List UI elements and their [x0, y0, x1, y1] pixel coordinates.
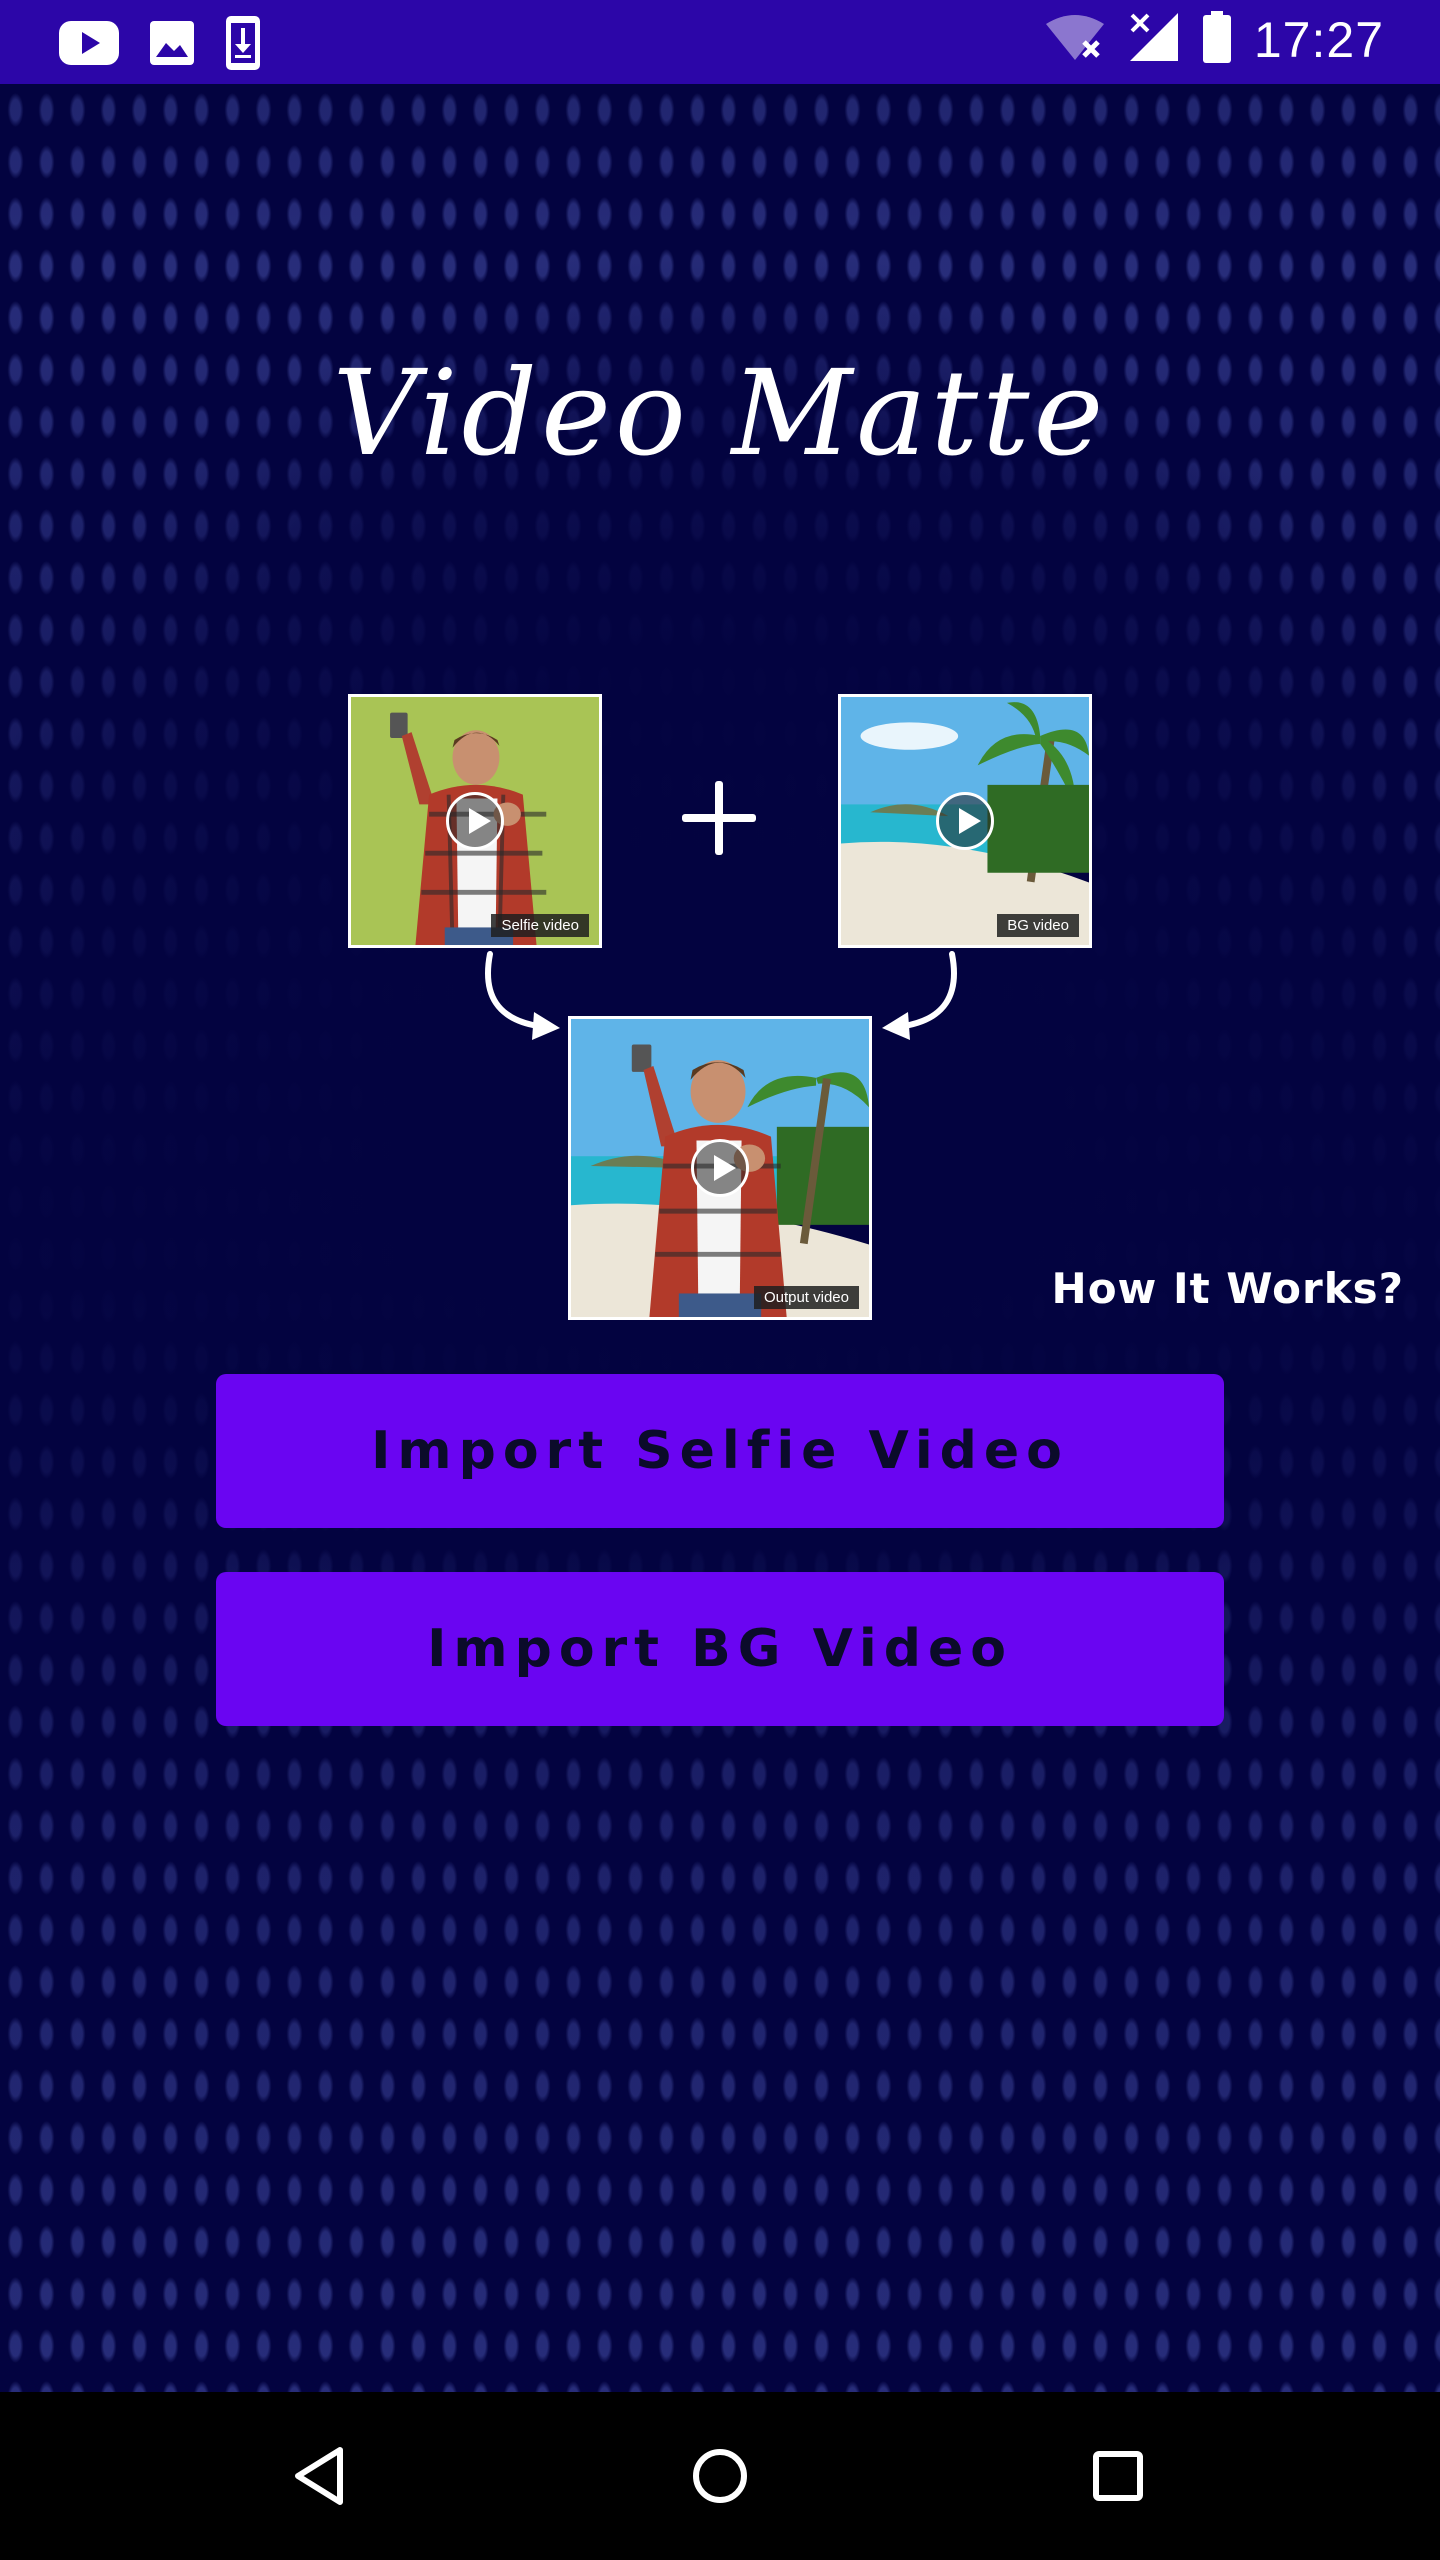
selfie-video-label: Selfie video — [491, 914, 589, 937]
output-video-label: Output video — [753, 1286, 859, 1309]
back-icon[interactable] — [278, 2434, 362, 2518]
gallery-icon — [148, 19, 196, 72]
import-selfie-video-button[interactable]: Import Selfie Video — [216, 1374, 1224, 1528]
curved-arrow-right-icon — [882, 951, 957, 1040]
bg-video-thumbnail: BG video — [838, 694, 1092, 948]
home-icon[interactable] — [678, 2434, 762, 2518]
app-title: Video Matte — [332, 344, 1108, 482]
youtube-icon — [58, 19, 120, 72]
battery-icon — [1202, 10, 1232, 69]
curved-arrow-left-icon — [485, 951, 560, 1040]
status-bar: 17:27 — [0, 0, 1440, 84]
how-it-works-link[interactable]: How It Works? — [1052, 1264, 1404, 1313]
plus-icon — [682, 781, 756, 855]
bg-video-label: BG video — [997, 914, 1079, 937]
clock: 17:27 — [1253, 11, 1384, 68]
wifi-off-icon — [1044, 12, 1106, 67]
signal-icon — [1128, 11, 1180, 68]
play-icon — [936, 792, 994, 850]
selfie-video-thumbnail: Selfie video — [348, 694, 602, 948]
output-video-thumbnail: Output video — [568, 1016, 872, 1320]
download-icon — [224, 14, 262, 77]
main-screen: Video Matte Selfie video BG video Output… — [0, 84, 1440, 2392]
play-icon — [446, 792, 504, 850]
play-icon — [691, 1139, 749, 1197]
navigation-bar — [0, 2392, 1440, 2560]
import-bg-video-button[interactable]: Import BG Video — [216, 1572, 1224, 1726]
recents-icon[interactable] — [1076, 2434, 1160, 2518]
